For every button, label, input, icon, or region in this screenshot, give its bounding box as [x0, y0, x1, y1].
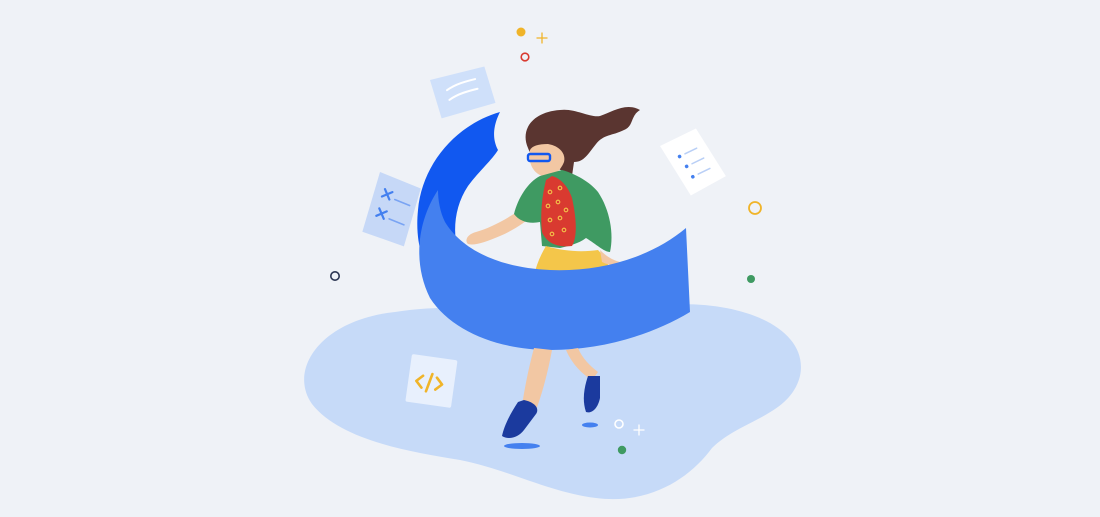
todo-list-document-icon	[660, 128, 726, 196]
hero-illustration	[304, 27, 801, 500]
green-dot-accent-bottom	[617, 445, 627, 455]
illustration-canvas	[0, 0, 1100, 517]
lines-document-icon	[430, 66, 496, 119]
red-ring-accent	[520, 52, 530, 62]
left-shoe-shadow	[504, 443, 540, 449]
navy-ring-accent	[329, 270, 340, 281]
green-dot-accent	[747, 275, 755, 283]
checklist-document-icon	[362, 172, 421, 247]
code-document-icon	[405, 354, 458, 408]
yellow-dot-accent	[516, 27, 526, 37]
yellow-ring-accent	[748, 201, 762, 215]
yellow-sparkle-accent	[536, 32, 548, 44]
right-shoe-shadow	[582, 422, 598, 428]
